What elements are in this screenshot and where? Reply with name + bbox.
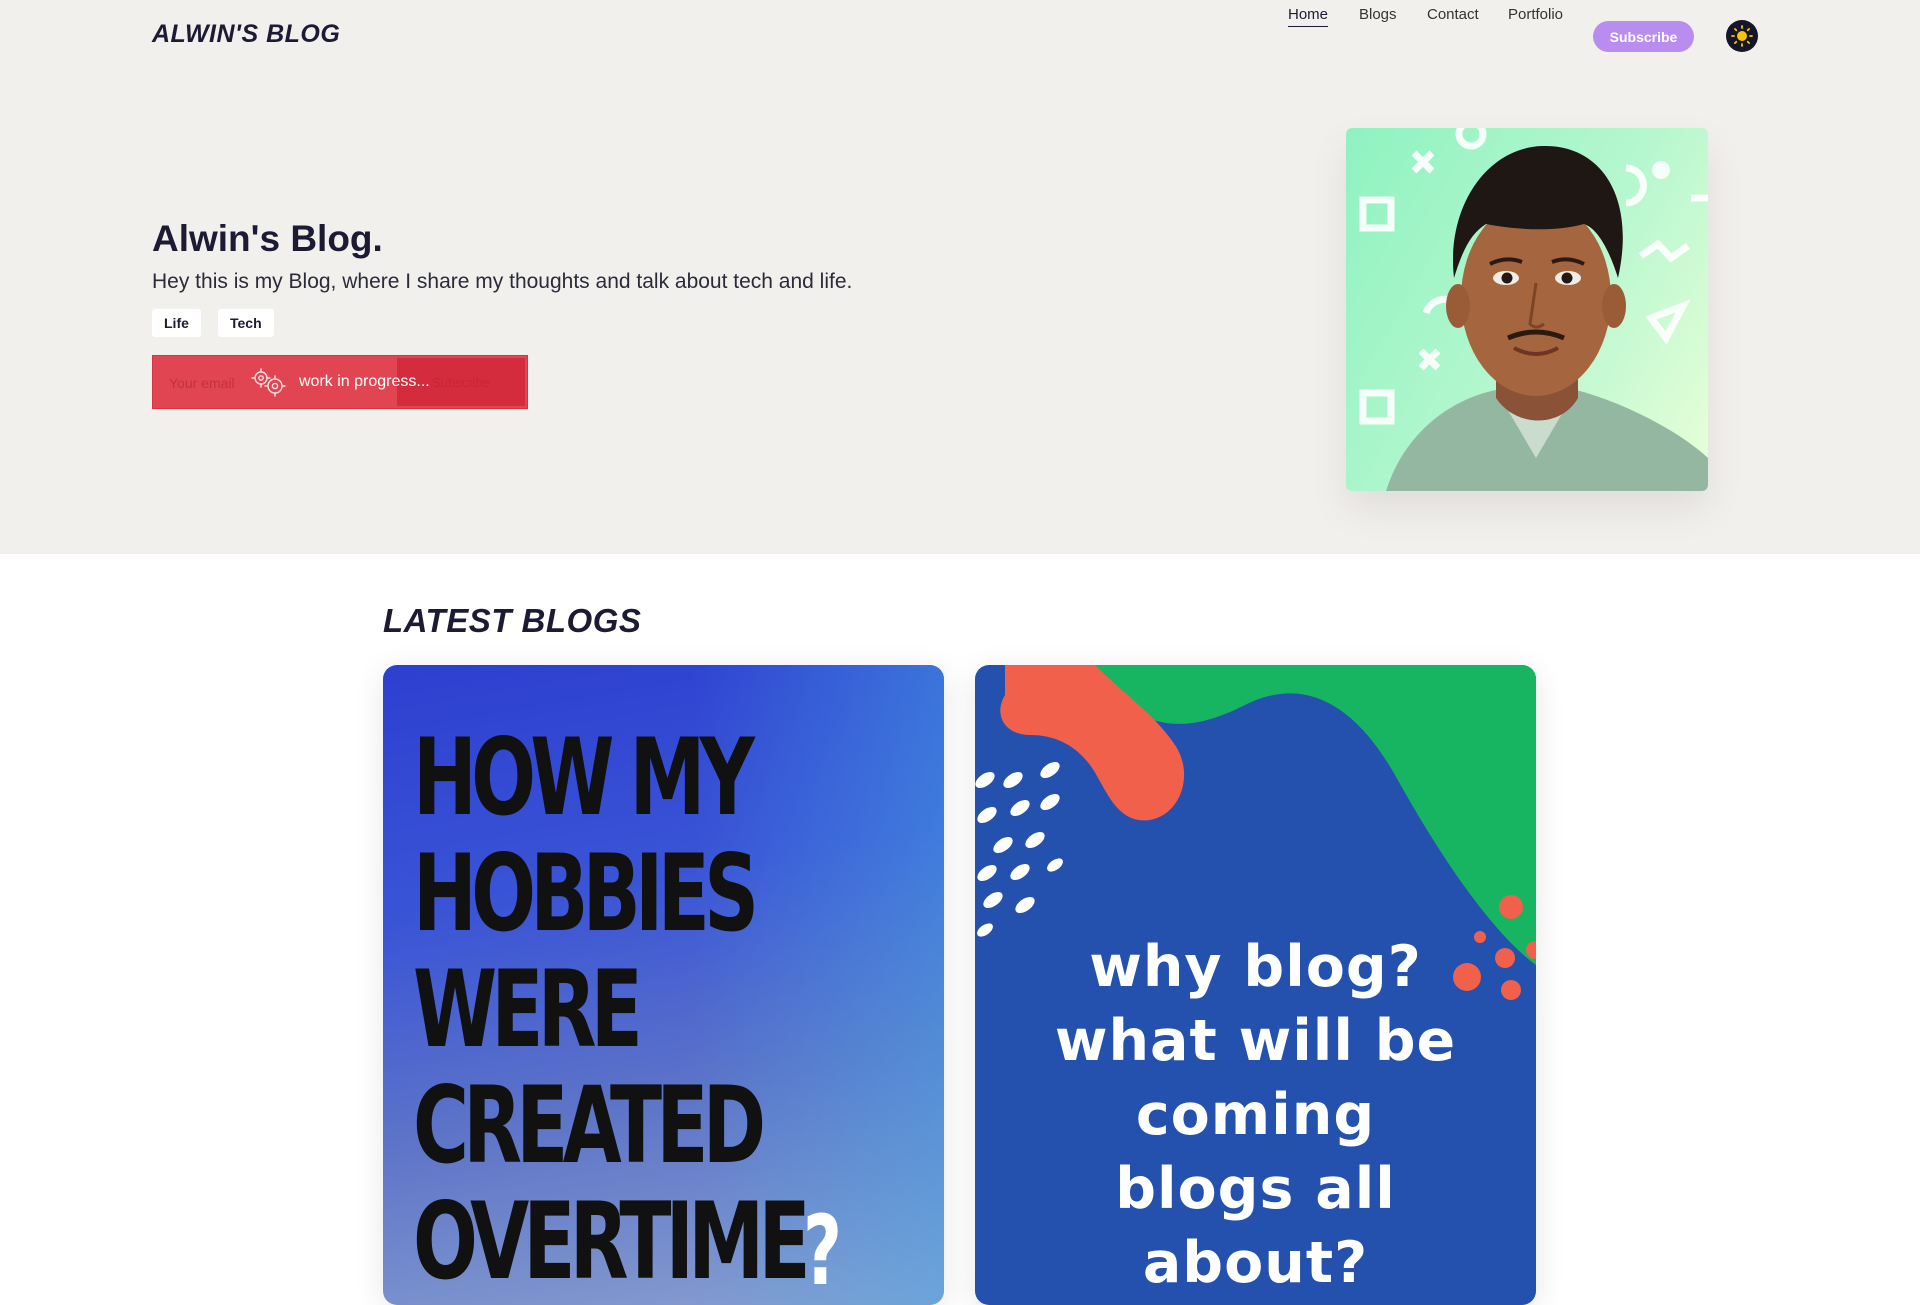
- site-brand[interactable]: ALWIN'S BLOG: [152, 20, 340, 49]
- nav-contact-link[interactable]: Contact: [1427, 6, 1479, 23]
- blog-card-cover-mark: ?: [803, 1195, 842, 1305]
- work-in-progress-text: work in progress...: [299, 373, 430, 390]
- nav-portfolio-link[interactable]: Portfolio: [1508, 6, 1563, 23]
- profile-photo: [1346, 128, 1708, 491]
- blog-card-cover-text: HOW MY HOBBIES WERE CREATED OVERTIME: [413, 716, 811, 1303]
- latest-blogs-heading: LATEST BLOGS: [383, 602, 642, 639]
- tag-life[interactable]: Life: [152, 309, 201, 337]
- theme-toggle-button[interactable]: [1726, 20, 1758, 52]
- hero-subtitle: Hey this is my Blog, where I share my th…: [152, 270, 853, 293]
- header-subscribe-button[interactable]: Subscribe: [1593, 21, 1694, 52]
- tag-tech[interactable]: Tech: [218, 309, 274, 337]
- nav-blogs-link[interactable]: Blogs: [1359, 6, 1397, 23]
- hero-title: Alwin's Blog.: [152, 218, 383, 259]
- newsletter-form: Subscribe work in progress...: [152, 355, 528, 409]
- work-in-progress-overlay: work in progress...: [249, 364, 430, 400]
- gears-icon: [251, 368, 286, 397]
- sun-icon: [1731, 25, 1753, 47]
- blog-card-why-blog[interactable]: why blog? what will be coming blogs all …: [975, 665, 1536, 1305]
- nav-home-link[interactable]: Home: [1288, 6, 1329, 27]
- blog-card-cover-text: why blog? what will be coming blogs all …: [1054, 934, 1457, 1296]
- blog-card-hobbies[interactable]: HOW MY HOBBIES WERE CREATED OVERTIME ?: [383, 665, 944, 1305]
